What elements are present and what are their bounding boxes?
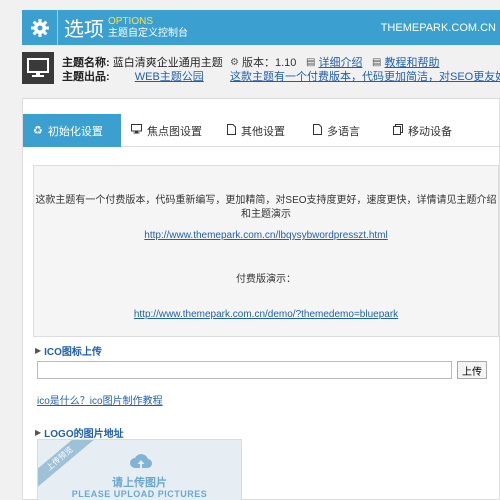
tab-label: 焦点图设置 xyxy=(147,125,202,138)
logo-title-text: LOGO的图片地址 xyxy=(44,429,124,440)
page-title: 选项 xyxy=(64,17,104,41)
ico-title-text: ICO图标上传 xyxy=(44,347,102,358)
ico-upload-button[interactable]: 上传 xyxy=(457,361,487,379)
ico-url-input[interactable] xyxy=(37,361,452,379)
gear-icon xyxy=(22,10,58,45)
tab-label: 初始化设置 xyxy=(47,125,103,138)
ico-help-link[interactable]: ico是什么？ico图片制作教程 xyxy=(37,392,163,407)
upload-prompt-cn: 请上传图片 xyxy=(112,477,167,489)
notice-text: 这款主题有一个付费版本，代码重新编写，更加精简，对SEO支持度更好，速度更快，详… xyxy=(35,195,497,220)
notice-link-intro[interactable]: http://www.themepark.com.cn/lbqysybwordp… xyxy=(144,230,387,241)
cloud-upload-icon xyxy=(130,454,153,469)
logo-section-title: ▶ LOGO的图片地址 xyxy=(35,425,124,440)
version-icon: ⚙ xyxy=(230,56,239,68)
document-icon: ▤ xyxy=(306,56,316,68)
tab-focus-settings[interactable]: 焦点图设置 xyxy=(121,114,217,147)
options-panel: ♻ 初始化设置 焦点图设置 其他设置 多语言 移动设备 这款主题有一个付费版本，… xyxy=(22,98,500,500)
upload-prompt-en: PLEASE UPLOAD PICTURES xyxy=(71,489,208,499)
tab-mobile[interactable]: 移动设备 xyxy=(383,114,473,147)
paid-version-notice: 这款主题有一个付费版本，代码重新编写，更加精简，对SEO支持度更好，速度更快，详… xyxy=(33,165,499,337)
promo-link[interactable]: 这款主题有一个付费版本，代码更加简洁，对SEO更友好 xyxy=(230,68,500,84)
arrow-right-icon: ▶ xyxy=(35,346,42,355)
copy-icon xyxy=(393,123,403,138)
monitor-icon xyxy=(131,124,142,137)
tab-multilang[interactable]: 多语言 xyxy=(303,114,383,147)
theme-from-label: 主题出品: xyxy=(62,71,110,83)
document-icon xyxy=(227,123,236,138)
theme-info: 主题名称: 蓝白清爽企业通用主题 主题出品: WEB主题公园 ⚙ 版本：1.10… xyxy=(22,48,500,88)
document-icon: ▤ xyxy=(372,56,382,68)
tab-label: 其他设置 xyxy=(241,125,285,138)
notice-demo-label: 付费版演示： xyxy=(236,274,296,285)
recycle-icon: ♻ xyxy=(33,125,43,137)
site-name: THEMEPARK.COM.CN xyxy=(380,21,496,34)
theme-from-link[interactable]: WEB主题公园 xyxy=(135,71,204,83)
notice-link-demo[interactable]: http://www.themepark.com.cn/demo/?themed… xyxy=(134,309,398,320)
tab-other-settings[interactable]: 其他设置 xyxy=(217,114,303,147)
ico-section-title: ▶ ICO图标上传 xyxy=(35,343,102,358)
document-icon xyxy=(313,123,322,138)
monitor-icon xyxy=(22,52,54,84)
logo-upload-preview[interactable]: 上传预览 请上传图片 PLEASE UPLOAD PICTURES xyxy=(37,439,242,500)
tab-init-settings[interactable]: ♻ 初始化设置 xyxy=(23,114,121,147)
tab-bar: ♻ 初始化设置 焦点图设置 其他设置 多语言 移动设备 xyxy=(23,114,499,147)
subtitle-en: OPTIONS xyxy=(108,15,154,27)
arrow-right-icon: ▶ xyxy=(35,428,42,437)
tab-label: 移动设备 xyxy=(408,125,452,138)
header-bar: 选项 OPTIONS 主题自定义控制台 THEMEPARK.COM.CN xyxy=(22,10,500,45)
subtitle-cn: 主题自定义控制台 xyxy=(108,27,188,39)
tab-label: 多语言 xyxy=(327,125,360,138)
